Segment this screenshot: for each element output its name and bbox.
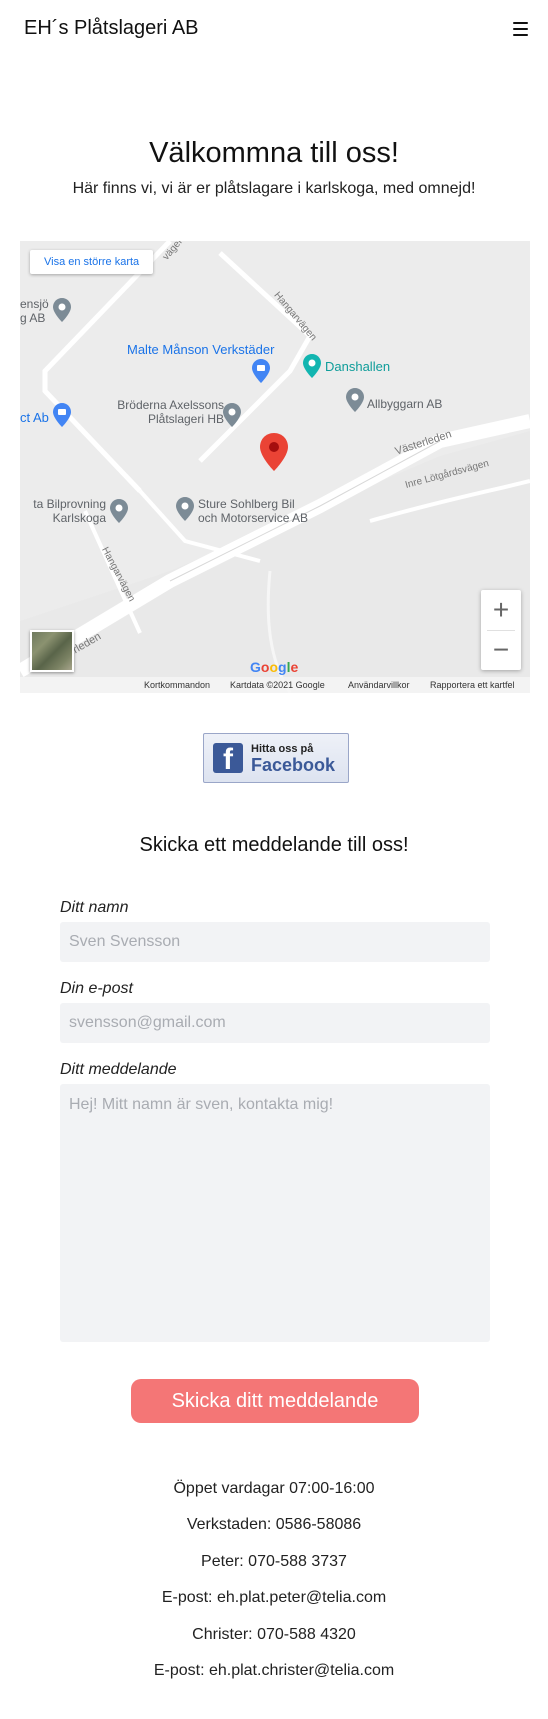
map-zoom-controls: + − [481, 590, 521, 670]
message-textarea[interactable] [60, 1084, 490, 1342]
menu-bar [513, 28, 528, 30]
opening-hours: Öppet vardagar 07:00-16:00 [173, 1480, 375, 1497]
shopping-marker-icon [53, 403, 71, 427]
form-title: Skicka ett meddelande till oss! [139, 834, 409, 856]
map-poi-label[interactable]: Danshallen [325, 360, 390, 374]
header: EH´s Plåtslageri AB [0, 0, 548, 62]
poi-line: ta Bilprovning [33, 497, 106, 511]
terms-link[interactable]: Användarvillkor [348, 680, 410, 690]
poi-marker-icon [346, 388, 364, 412]
zoom-in-button[interactable]: + [481, 590, 521, 630]
poi-marker-icon [53, 298, 71, 322]
poi-line: Karlskoga [52, 511, 106, 525]
logo-letter: e [290, 659, 299, 675]
name-label: Ditt namn [60, 899, 129, 916]
facebook-caption: Hitta oss på [251, 743, 314, 755]
map-poi-label[interactable]: ct Ab [20, 411, 49, 425]
location-pin-icon[interactable] [260, 433, 288, 471]
poi-line: Bröderna Axelssons [117, 398, 224, 412]
christer-phone: Christer: 070-588 4320 [192, 1626, 356, 1643]
map-poi-label[interactable]: Malte Månson Verkstäder [127, 343, 274, 357]
peter-phone: Peter: 070-588 3737 [201, 1553, 347, 1570]
google-logo: Google [250, 659, 298, 675]
map-attribution-bar: Kortkommandon Kartdata ©2021 Google Anvä… [20, 677, 530, 693]
logo-letter: o [269, 659, 279, 675]
map-data-credit: Kartdata ©2021 Google [230, 680, 325, 690]
google-map[interactable]: Visa en större karta ensjö g AB Malte Må… [20, 241, 530, 693]
poi-marker-icon [176, 497, 194, 521]
poi-line: ensjö [20, 297, 49, 311]
workshop-phone: Verkstaden: 0586-58086 [186, 1516, 362, 1533]
facebook-icon: f [213, 743, 243, 776]
shopping-marker-icon [252, 359, 270, 383]
message-label: Ditt meddelande [60, 1061, 177, 1078]
map-poi-label[interactable]: ta Bilprovning Karlskoga [20, 497, 106, 525]
page-title: Välkommna till oss! [149, 137, 399, 169]
poi-line: g AB [20, 311, 46, 325]
zoom-divider [487, 630, 515, 631]
zoom-out-button[interactable]: − [481, 630, 521, 670]
page-subtitle: Här finns vi, vi är er plåtslagare i kar… [72, 180, 476, 197]
report-map-error-link[interactable]: Rapportera ett kartfel [430, 680, 515, 690]
keyboard-shortcuts-link[interactable]: Kortkommandon [144, 680, 210, 690]
email-label: Din e-post [60, 980, 133, 997]
map-poi-label[interactable]: ensjö g AB [20, 297, 49, 325]
facebook-link-button[interactable]: f Hitta oss på Facebook [203, 733, 349, 783]
leisure-marker-icon [303, 354, 321, 378]
satellite-view-toggle[interactable] [30, 630, 74, 672]
hamburger-menu-icon[interactable] [513, 22, 528, 36]
poi-line: Plåtslageri HB [147, 412, 224, 426]
email-input[interactable] [60, 1003, 490, 1043]
submit-button[interactable]: Skicka ditt meddelande [131, 1379, 419, 1423]
facebook-wordmark: Facebook [251, 755, 336, 775]
map-poi-label[interactable]: Bröderna Axelssons Plåtslageri HB [84, 398, 224, 426]
menu-bar [513, 34, 528, 36]
logo-letter: G [250, 659, 261, 675]
view-larger-map-link[interactable]: Visa en större karta [30, 250, 154, 274]
map-poi-label[interactable]: Allbyggarn AB [367, 397, 442, 411]
poi-line: och Motorservice AB [198, 511, 309, 525]
poi-marker-icon [110, 499, 128, 523]
map-poi-label[interactable]: Sture Sohlberg Bil och Motorservice AB [198, 497, 308, 525]
peter-email[interactable]: E-post: eh.plat.peter@telia.com [0, 1589, 548, 1607]
poi-marker-icon [223, 403, 241, 427]
poi-line: Sture Sohlberg Bil [198, 497, 295, 511]
logo-letter: g [278, 659, 287, 675]
name-input[interactable] [60, 922, 490, 962]
brand-title[interactable]: EH´s Plåtslageri AB [24, 17, 199, 40]
christer-email[interactable]: E-post: eh.plat.christer@telia.com [0, 1662, 548, 1680]
menu-bar [513, 22, 528, 24]
